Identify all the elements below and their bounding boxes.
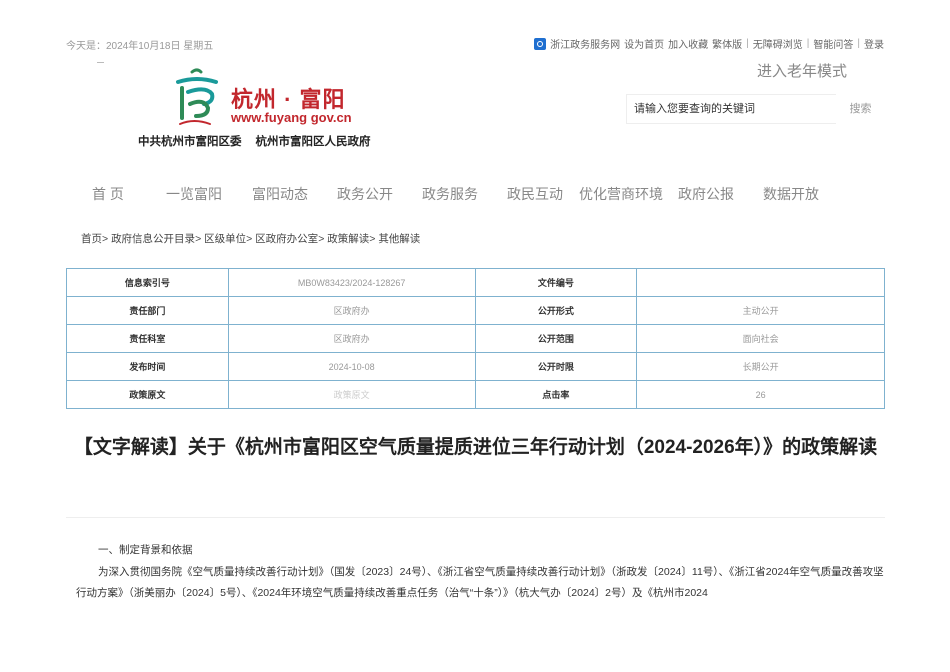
divider: | <box>746 38 749 49</box>
article-title: 【文字解读】关于《杭州市富阳区空气质量提质进位三年行动计划（2024-2026年… <box>73 437 878 458</box>
divider: | <box>857 38 860 49</box>
nav-news[interactable]: 富阳动态 <box>252 184 308 204</box>
breadcrumb-district-office[interactable]: 区政府办公室 <box>255 233 318 245</box>
link-add-favorite[interactable]: 加入收藏 <box>668 36 708 51</box>
nav-open-data[interactable]: 数据开放 <box>763 184 819 204</box>
section-heading: 一、制定背景和依据 <box>98 544 193 556</box>
table-value: 主动公开 <box>636 296 885 325</box>
table-row: 发布时间 2024-10-08 公开时限 长期公开 <box>66 352 885 381</box>
table-row: 责任部门 区政府办 公开形式 主动公开 <box>66 296 885 325</box>
table-row: 责任科室 区政府办 公开范围 面向社会 <box>66 324 885 353</box>
elder-mode-link[interactable]: 进入老年模式 <box>757 60 847 81</box>
article-paragraph: 为深入贯彻国务院《空气质量持续改善行动计划》（国发〔2023〕24号）、《浙江省… <box>76 566 884 599</box>
search-button[interactable]: 搜索 <box>836 94 885 124</box>
top-links: 浙江政务服务网 设为首页 加入收藏 繁体版 | 无障碍浏览 | 智能问答 | 登… <box>534 36 884 51</box>
nav-business-env[interactable]: 优化营商环境 <box>579 184 663 204</box>
search-box: 请输入您要查询的关键词 搜索 <box>626 94 885 124</box>
breadcrumb: 首页> 政府信息公开目录> 区级单位> 区政府办公室> 政策解读> 其他解读 <box>81 233 421 245</box>
link-smart-qa[interactable]: 智能问答 <box>813 36 853 51</box>
site-logo[interactable]: 杭州 · 富阳 www.fuyang gov.cn 中共杭州市富阳区委 杭州市富阳… <box>138 66 398 152</box>
org-names: 中共杭州市富阳区委 杭州市富阳区人民政府 <box>138 133 385 149</box>
logo-mark <box>176 68 218 125</box>
table-value: 2024-10-08 <box>227 352 476 381</box>
table-value <box>636 268 885 297</box>
breadcrumb-catalog[interactable]: 政府信息公开目录 <box>111 233 195 245</box>
table-value: MB0W83423/2024-128267 <box>227 268 476 297</box>
nav-gov-services[interactable]: 政务服务 <box>422 184 478 204</box>
table-key: 文件编号 <box>474 268 638 297</box>
org-government: 杭州市富阳区人民政府 <box>255 136 371 148</box>
breadcrumb-policy-interpretation[interactable]: 政策解读 <box>327 233 369 245</box>
nav-gov-affairs-open[interactable]: 政务公开 <box>337 184 393 204</box>
table-key: 政策原文 <box>66 380 229 409</box>
main-nav: 首 页 一览富阳 富阳动态 政务公开 政务服务 政民互动 优化营商环境 政府公报… <box>66 184 885 202</box>
current-date: 今天是：2024年10月18日 星期五 <box>66 41 214 52</box>
nav-gazette[interactable]: 政府公报 <box>678 184 734 204</box>
breadcrumb-other-interpretation[interactable]: 其他解读 <box>378 233 420 245</box>
link-set-homepage[interactable]: 设为首页 <box>624 36 664 51</box>
table-key: 信息索引号 <box>66 268 229 297</box>
logo-url: www.fuyang gov.cn <box>231 110 352 125</box>
table-row: 政策原文 政策原文 点击率 26 <box>66 380 885 409</box>
table-row: 信息索引号 MB0W83423/2024-128267 文件编号 <box>66 268 885 297</box>
nav-home[interactable]: 首 页 <box>92 184 124 204</box>
link-traditional[interactable]: 繁体版 <box>712 36 742 51</box>
link-login[interactable]: 登录 <box>864 36 884 51</box>
table-key: 责任科室 <box>66 324 229 353</box>
table-value: 区政府办 <box>227 296 476 325</box>
gov-service-icon <box>534 37 547 50</box>
table-value: 区政府办 <box>227 324 476 353</box>
nav-overview[interactable]: 一览富阳 <box>166 184 222 204</box>
table-key: 公开范围 <box>474 324 638 353</box>
table-key: 公开时限 <box>474 352 638 381</box>
table-key: 公开形式 <box>474 296 638 325</box>
table-value: 面向社会 <box>636 324 885 353</box>
info-table: 信息索引号 MB0W83423/2024-128267 文件编号 责任部门 区政… <box>66 268 885 409</box>
table-value: 26 <box>636 380 885 409</box>
nav-interaction[interactable]: 政民互动 <box>507 184 563 204</box>
divider <box>97 62 104 63</box>
table-key: 发布时间 <box>66 352 229 381</box>
link-accessibility[interactable]: 无障碍浏览 <box>753 36 803 51</box>
breadcrumb-home[interactable]: 首页 <box>81 233 102 245</box>
divider <box>66 517 885 518</box>
link-zjzwfw[interactable]: 浙江政务服务网 <box>550 36 620 51</box>
search-input[interactable]: 请输入您要查询的关键词 <box>626 94 836 124</box>
table-key: 点击率 <box>474 380 638 409</box>
org-party-committee: 中共杭州市富阳区委 <box>138 136 242 148</box>
table-key: 责任部门 <box>66 296 229 325</box>
divider: | <box>806 38 810 49</box>
breadcrumb-district-units[interactable]: 区级单位 <box>204 233 246 245</box>
policy-original-link[interactable]: 政策原文 <box>227 380 476 409</box>
table-value: 长期公开 <box>636 352 885 381</box>
